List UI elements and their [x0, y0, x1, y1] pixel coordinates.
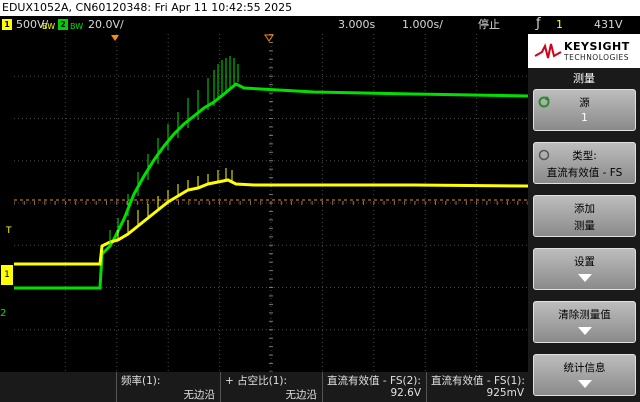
keysight-wave-icon: [534, 43, 562, 59]
status-bar: 1 500V/ BW 2 BW 20.0V/ 3.000s 1.000s/ 停止…: [0, 16, 640, 34]
measurement-value: 无边沿: [285, 389, 318, 401]
measurement-name: 频率(1):: [121, 375, 161, 387]
brand-name: KEYSIGHT: [564, 40, 630, 53]
channel2-badge[interactable]: 2: [58, 19, 68, 30]
type-value: 直流有效值 - FS: [546, 167, 623, 179]
channel1-badge[interactable]: 1: [2, 19, 12, 30]
statistics-label: 统计信息: [563, 362, 606, 374]
keysight-logo: KEYSIGHT TECHNOLOGIES: [528, 34, 640, 68]
channel2-scale[interactable]: 20.0V/: [88, 16, 124, 34]
brand-subtitle: TECHNOLOGIES: [564, 53, 630, 62]
settings-softkey[interactable]: 设置: [533, 248, 636, 290]
trigger-source[interactable]: 1: [556, 16, 563, 34]
rising-edge-icon: ƒ: [536, 16, 541, 31]
source-softkey[interactable]: 源 1: [533, 89, 636, 131]
measurement-value: 无边沿: [183, 389, 216, 401]
menu-title: 测量: [573, 72, 595, 85]
channel1-marker-label: 1: [4, 270, 10, 280]
trigger-marker[interactable]: T: [6, 226, 12, 236]
softkey-panel: KEYSIGHT TECHNOLOGIES 测量 源 1 类型: 直流有效值 -…: [528, 34, 640, 402]
measurement-bar: 频率(1): 无边沿 + 占空比(1): 无边沿 直流有效值 - FS(2): …: [0, 372, 528, 402]
submenu-arrow-icon: [578, 274, 592, 282]
clear-label: 清除测量值: [558, 309, 611, 321]
time-scale[interactable]: 1.000s/: [402, 16, 443, 34]
run-state: 停止: [478, 18, 500, 31]
measurement-dc-rms-ch2[interactable]: 直流有效值 - FS(2): 92.6V: [322, 372, 425, 402]
submenu-arrow-icon: [578, 380, 592, 388]
submenu-arrow-icon: [578, 327, 592, 335]
settings-label: 设置: [574, 256, 595, 268]
waveform-display[interactable]: [14, 34, 528, 372]
add-label-line1: 添加: [574, 203, 595, 215]
type-softkey[interactable]: 类型: 直流有效值 - FS: [533, 142, 636, 184]
measurement-value: 92.6V: [390, 387, 421, 399]
channel2-ground-marker[interactable]: 2: [0, 308, 6, 319]
measurement-name: + 占空比(1):: [225, 375, 288, 387]
source-value: 1: [581, 112, 588, 124]
source-label: 源: [579, 97, 590, 109]
window-title: EDUX1052A, CN60120348: Fri Apr 11 10:42:…: [0, 0, 640, 16]
add-label-line2: 测量: [574, 220, 595, 232]
channel1-ground-marker[interactable]: 1: [1, 265, 13, 285]
statistics-softkey[interactable]: 统计信息: [533, 354, 636, 396]
measurement-frequency[interactable]: 频率(1): 无边沿: [116, 372, 219, 402]
channel2-marker-label: 2: [0, 308, 7, 319]
measurement-dc-rms-ch1[interactable]: 直流有效值 - FS(1): 925mV: [426, 372, 528, 402]
time-delay[interactable]: 3.000s: [338, 16, 375, 34]
clear-measurements-softkey[interactable]: 清除测量值: [533, 301, 636, 343]
measurement-name: 直流有效值 - FS(2):: [327, 375, 421, 387]
add-measurement-softkey[interactable]: 添加 测量: [533, 195, 636, 237]
measurement-name: 直流有效值 - FS(1):: [431, 375, 525, 387]
measurement-value: 925mV: [486, 387, 524, 399]
trigger-level[interactable]: 431V: [594, 16, 623, 34]
type-label: 类型:: [572, 150, 597, 162]
measurement-duty-cycle[interactable]: + 占空比(1): 无边沿: [220, 372, 321, 402]
